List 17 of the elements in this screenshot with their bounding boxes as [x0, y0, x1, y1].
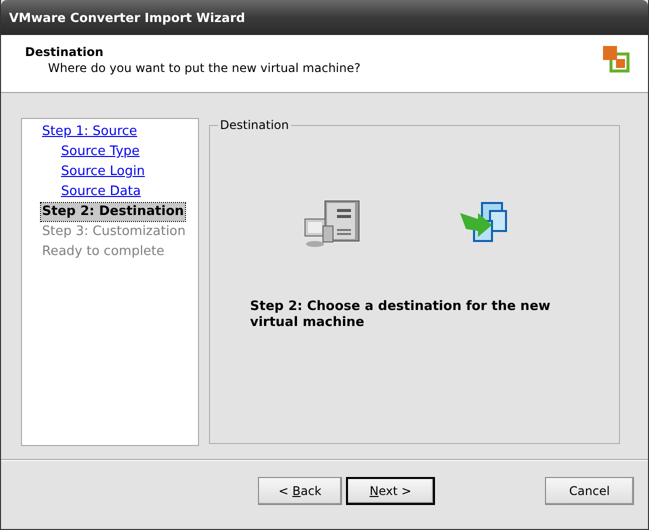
header-title: Destination [25, 45, 104, 59]
group-legend: Destination [218, 118, 291, 132]
next-button[interactable]: Next > [346, 477, 435, 505]
header-subtitle: Where do you want to put the new virtual machine? [47, 61, 360, 75]
step-item[interactable]: Step 2: Destination [41, 203, 185, 221]
step-link[interactable]: Source Data [60, 183, 142, 201]
step-message: Step 2: Choose a destination for the new virtual machine [250, 299, 552, 331]
cancel-button[interactable]: Cancel [545, 477, 634, 505]
step-link[interactable]: Source Login [60, 163, 146, 181]
logo-icon [602, 45, 630, 73]
step-item[interactable]: Ready to complete [41, 243, 166, 261]
back-button[interactable]: < Back [258, 477, 342, 505]
window-title: VMware Converter Import Wizard [9, 10, 246, 25]
step-item[interactable]: Step 3: Customization [41, 223, 187, 241]
step-link[interactable]: Source Type [60, 143, 141, 161]
step-link[interactable]: Step 1: Source [41, 123, 138, 141]
virtual-machine-arrow-icon [458, 199, 508, 245]
